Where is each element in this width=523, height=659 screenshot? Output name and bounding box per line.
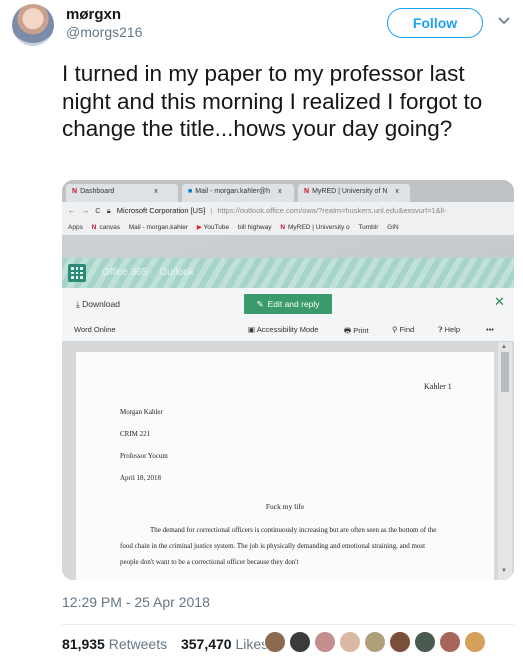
divider: | bbox=[210, 206, 213, 215]
likes-stat[interactable]: 357,470 Likes bbox=[181, 636, 268, 652]
bookmark-item: ▶ YouTube bbox=[196, 224, 230, 231]
document-page: Kahler 1 Morgan Kahler CRIM 221 Professo… bbox=[76, 352, 494, 580]
browser-tab: N Dashboard x bbox=[66, 184, 178, 202]
download-icon: ⤓ bbox=[76, 299, 80, 309]
browser-tab-label: Dashboard bbox=[80, 188, 115, 195]
bookmark-item: Apps bbox=[68, 224, 83, 231]
tweet-stats: 81,935 Retweets 357,470 Likes bbox=[62, 636, 268, 652]
printer-icon: 🖶︎ bbox=[344, 326, 352, 335]
close-icon: x bbox=[278, 188, 282, 195]
bookmark-item: Ncanvas bbox=[91, 224, 120, 231]
avatar[interactable] bbox=[464, 631, 486, 653]
paper-title: Fuck my life bbox=[265, 502, 305, 511]
scroll-down-icon: ▼ bbox=[501, 568, 507, 574]
chevron-down-icon[interactable] bbox=[497, 14, 511, 28]
search-icon: ⚲ bbox=[392, 325, 398, 334]
tweet-timestamp[interactable]: 12:29 PM - 25 Apr 2018 bbox=[62, 594, 210, 610]
more-button: ••• bbox=[486, 325, 494, 334]
lock-icon: 🔒︎ bbox=[106, 206, 111, 215]
pencil-icon: ✎ bbox=[256, 298, 264, 309]
avatar[interactable] bbox=[389, 631, 411, 653]
help-button: ❓︎ Help bbox=[438, 325, 461, 334]
n-logo-icon: N bbox=[72, 188, 78, 195]
avatar[interactable] bbox=[339, 631, 361, 653]
avatar[interactable] bbox=[12, 4, 54, 46]
liker-avatars bbox=[264, 631, 489, 655]
browser-tab: ■ Mail - morgan.kahler@h x bbox=[182, 184, 294, 202]
retweets-count: 81,935 bbox=[62, 636, 105, 652]
browser-tab-label: Mail - morgan.kahler@h bbox=[195, 188, 271, 195]
back-icon: ← bbox=[68, 206, 76, 215]
course-line: CRIM 221 bbox=[120, 430, 151, 438]
bookmark-item: GIN bbox=[387, 224, 399, 231]
avatar[interactable] bbox=[289, 631, 311, 653]
word-online-toolbar: Word Online ▣ Accessibility Mode 🖶︎ Prin… bbox=[62, 318, 514, 342]
bookmark-item: Mail - morgan.kahler bbox=[128, 224, 189, 231]
browser-tab: N MyRED | University of N x bbox=[298, 184, 410, 202]
accessibility-mode-button: ▣ Accessibility Mode bbox=[248, 325, 319, 334]
browser-tab-bar: N Dashboard x ■ Mail - morgan.kahler@h x N My… bbox=[62, 180, 514, 202]
attachment-toolbar: ⤓ Download ✎ Edit and reply ✕ bbox=[62, 288, 514, 318]
tweet-photo[interactable]: N Dashboard x ■ Mail - morgan.kahler@h x N My… bbox=[62, 180, 514, 580]
edit-and-reply-button: ✎ Edit and reply bbox=[244, 294, 332, 314]
bookmarks-bar: Apps Ncanvas Mail - morgan.kahler ▶ YouT… bbox=[62, 220, 514, 236]
outlook-label: Outlook bbox=[159, 267, 194, 278]
word-online-label: Word Online bbox=[74, 325, 116, 334]
download-button: ⤓ Download bbox=[76, 299, 120, 309]
running-header: Kahler 1 bbox=[424, 382, 452, 391]
avatar[interactable] bbox=[364, 631, 386, 653]
close-icon: x bbox=[154, 188, 158, 195]
avatar[interactable] bbox=[314, 631, 336, 653]
mail-icon: ■ bbox=[188, 188, 193, 195]
retweets-stat[interactable]: 81,935 Retweets bbox=[62, 636, 167, 652]
divider bbox=[62, 624, 514, 625]
close-icon: x bbox=[395, 188, 399, 195]
office-365-title: Office 365 Outlook bbox=[102, 267, 206, 278]
follow-button[interactable]: Follow bbox=[387, 8, 483, 38]
help-icon: ❓︎ bbox=[438, 325, 443, 334]
print-button: 🖶︎ Print bbox=[344, 326, 369, 335]
date-line: April 18, 2018 bbox=[120, 474, 162, 482]
avatar[interactable] bbox=[264, 631, 286, 653]
browser-tab-label: MyRED | University of N bbox=[312, 188, 388, 195]
office-365-label: Office 365 bbox=[102, 267, 148, 278]
bookmark-item: N MyRED | University o bbox=[280, 224, 350, 231]
scroll-up-icon: ▲ bbox=[501, 344, 507, 350]
accessibility-icon: ▣ bbox=[248, 325, 256, 334]
retweets-label: Retweets bbox=[108, 636, 168, 652]
likes-count: 357,470 bbox=[180, 636, 232, 652]
secure-label: Microsoft Corporation [US] bbox=[116, 206, 206, 215]
author-line: Morgan Kahler bbox=[120, 408, 163, 416]
close-icon: ✕ bbox=[494, 294, 505, 309]
app-launcher-icon bbox=[68, 264, 86, 282]
avatar[interactable] bbox=[414, 631, 436, 653]
document-scrollbar: ▲ ▼ bbox=[498, 342, 512, 580]
office-365-bar: Office 365 Outlook bbox=[62, 258, 514, 288]
forward-icon: → bbox=[81, 206, 90, 215]
reload-icon: C bbox=[95, 206, 101, 215]
bookmark-item: bill highway bbox=[237, 224, 272, 231]
bookmark-item: Tumblr bbox=[358, 224, 379, 231]
user-handle[interactable]: @morgs216 bbox=[66, 24, 142, 40]
n-logo-icon: N bbox=[304, 188, 310, 195]
scroll-thumb bbox=[501, 352, 509, 392]
professor-line: Professor Yocum bbox=[120, 452, 168, 460]
paper-body: The demand for correctional officers is … bbox=[120, 526, 437, 566]
tweet: mørgxn @morgs216 Follow I turned in my p… bbox=[0, 0, 523, 659]
find-button: ⚲ Find bbox=[392, 325, 415, 334]
user-name[interactable]: mørgxn bbox=[66, 6, 121, 23]
tweet-text: I turned in my paper to my professor las… bbox=[62, 61, 483, 141]
url-text: https://outlook.office.com/owa/?realm=hu… bbox=[217, 206, 447, 215]
address-bar: ← → C 🔒︎ Microsoft Corporation [US] | ht… bbox=[62, 202, 514, 220]
photo-screen: N Dashboard x ■ Mail - morgan.kahler@h x N My… bbox=[62, 180, 514, 580]
avatar[interactable] bbox=[439, 631, 461, 653]
